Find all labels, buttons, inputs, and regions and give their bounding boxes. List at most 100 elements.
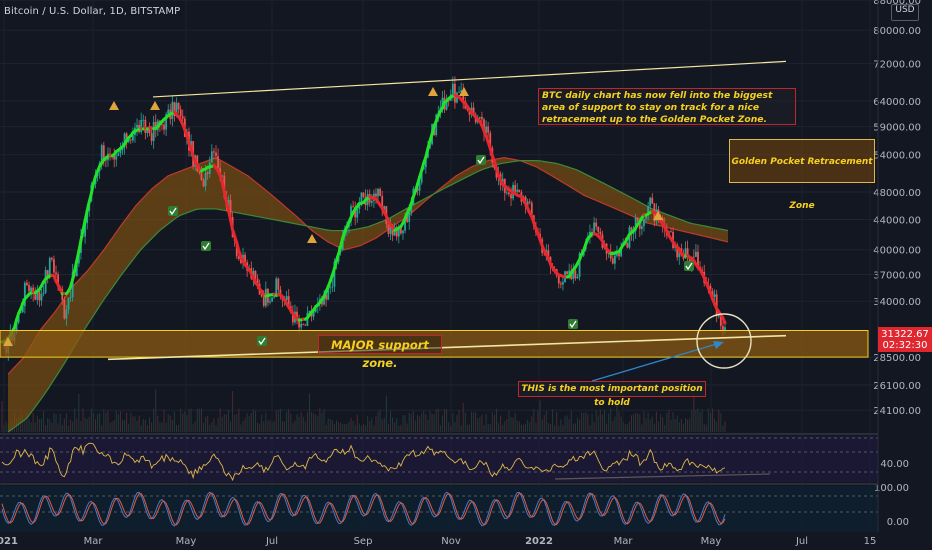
- volume-bar: [298, 416, 300, 432]
- volume-bar: [664, 425, 666, 432]
- volume-bar: [246, 413, 248, 432]
- volume-bar: [414, 420, 416, 432]
- volume-bar: [543, 415, 545, 432]
- volume-bar: [556, 412, 558, 432]
- volume-bar: [281, 421, 283, 432]
- chart-header: Bitcoin / U.S. Dollar, 1D, BITSTAMP: [4, 6, 181, 17]
- candle-body: [200, 173, 203, 180]
- candle-body: [362, 192, 365, 197]
- volume-bar: [151, 422, 153, 432]
- volume-bar: [458, 410, 460, 432]
- volume-bar: [703, 423, 705, 432]
- volume-bar: [84, 417, 86, 432]
- time-tick-label: Mar: [84, 536, 104, 547]
- volume-bar: [722, 425, 724, 432]
- candle-body: [285, 296, 288, 300]
- volume-bar: [61, 425, 63, 432]
- trend-line-segment: [89, 182, 95, 196]
- volume-bar: [149, 417, 151, 432]
- volume-bar: [522, 424, 524, 432]
- volume-bar: [383, 417, 385, 432]
- price-chart[interactable]: 40.00100.000.00 88000.0080000.0072000.00…: [0, 0, 932, 550]
- volume-bar: [173, 411, 175, 432]
- volume-bar: [275, 410, 277, 432]
- candle-body: [302, 323, 305, 325]
- candle-body: [408, 212, 411, 222]
- candle-body: [40, 293, 43, 301]
- volume-bar: [340, 422, 342, 432]
- candle-body: [611, 258, 614, 264]
- volume-bar: [140, 425, 142, 432]
- candle-body: [387, 224, 390, 234]
- volume-bar: [169, 415, 171, 432]
- volume-bar: [313, 413, 315, 432]
- btc-note-annotation: BTC daily chart has now fell into the bi…: [538, 88, 796, 125]
- volume-bar: [504, 421, 506, 432]
- candle-body: [53, 259, 55, 273]
- volume-bar: [144, 420, 146, 432]
- volume-bar: [43, 411, 45, 432]
- volume-bar: [512, 417, 514, 432]
- volume-bar: [508, 410, 510, 432]
- candle-body: [626, 243, 629, 248]
- volume-bar: [635, 413, 637, 432]
- volume-bar: [72, 421, 74, 432]
- candle-body: [692, 256, 695, 258]
- time-tick-label: Nov: [441, 536, 461, 547]
- volume-bar: [338, 422, 340, 432]
- volume-bar: [315, 414, 317, 432]
- volume-bar: [520, 424, 522, 432]
- price-tick-label: 26100.00: [873, 381, 921, 392]
- volume-bar: [541, 419, 543, 432]
- volume-bar: [101, 425, 103, 432]
- volume-bar: [535, 422, 537, 432]
- candle-body: [518, 189, 521, 193]
- volume-bar: [705, 424, 707, 432]
- volume-bar: [518, 421, 520, 432]
- volume-bar: [200, 408, 202, 432]
- volume-bar: [213, 418, 215, 432]
- candle-body: [181, 116, 184, 119]
- warning-signal-icon: [150, 101, 160, 110]
- volume-bar: [618, 411, 620, 432]
- volume-bar: [649, 419, 651, 432]
- volume-bar: [483, 425, 485, 432]
- candle-body: [717, 315, 720, 317]
- volume-bar: [153, 408, 155, 432]
- volume-bar: [566, 415, 568, 432]
- price-tick-label: 28500.00: [873, 353, 921, 364]
- candle-body: [670, 231, 672, 233]
- volume-bar: [381, 419, 383, 432]
- volume-bar: [666, 412, 668, 432]
- volume-bar: [506, 419, 508, 432]
- volume-bar: [500, 415, 502, 432]
- volume-bar: [529, 422, 531, 432]
- candle-body: [115, 155, 118, 160]
- volume-bar: [65, 413, 67, 432]
- volume-bar: [192, 423, 194, 432]
- volume-bar: [421, 413, 423, 432]
- volume-bar: [404, 415, 406, 432]
- volume-bar: [576, 417, 578, 432]
- candle-body: [163, 124, 165, 130]
- volume-bar: [373, 425, 375, 432]
- volume-bar: [90, 408, 92, 432]
- candle-body: [574, 270, 577, 279]
- volume-bar: [718, 409, 720, 432]
- volume-bar: [437, 408, 439, 432]
- volume-bar: [161, 422, 163, 432]
- volume-bar: [412, 411, 414, 432]
- last-price-tag: 31322.67 02:32:30: [878, 327, 932, 352]
- volume-bar: [24, 420, 26, 432]
- volume-bar: [325, 424, 327, 432]
- volume-bar: [685, 418, 687, 432]
- candle-body: [215, 152, 217, 157]
- volume-bar: [620, 416, 622, 432]
- candle-body: [377, 188, 379, 197]
- volume-bar: [622, 421, 624, 432]
- volume-bar: [570, 410, 572, 432]
- volume-bar: [78, 393, 80, 432]
- currency-badge[interactable]: USD: [891, 4, 919, 21]
- volume-bar: [460, 425, 462, 432]
- candle-body: [451, 83, 454, 95]
